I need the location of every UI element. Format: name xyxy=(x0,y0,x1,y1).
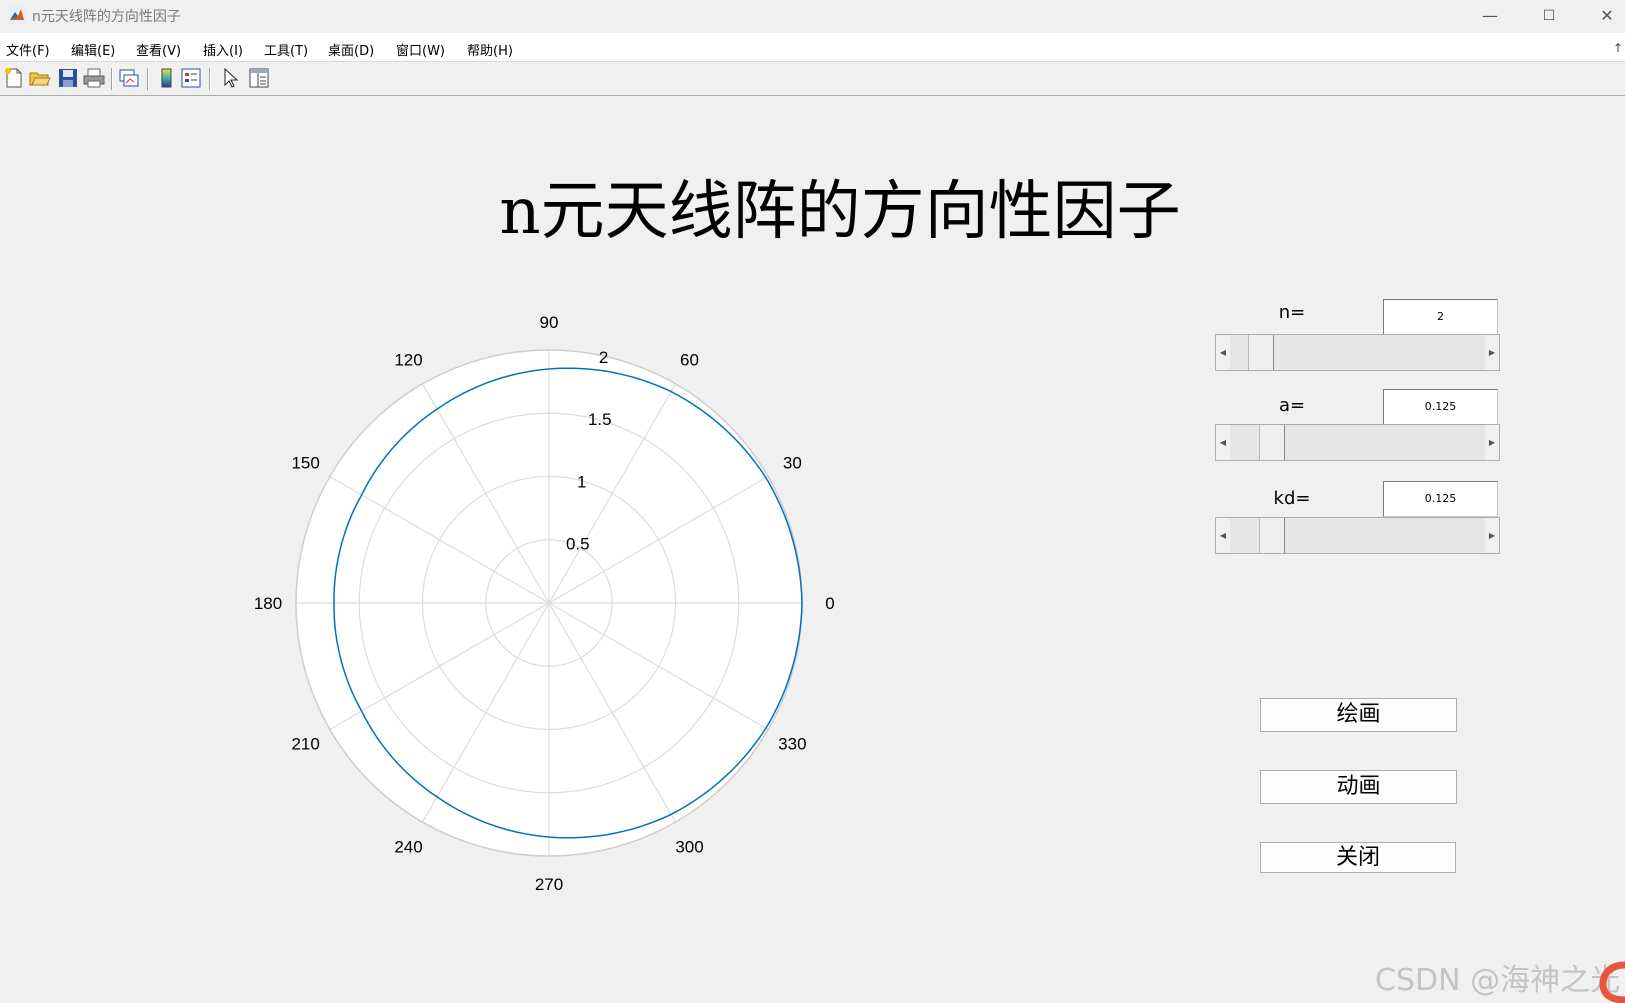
n-input[interactable]: 2 xyxy=(1383,299,1498,335)
collapse-toolbar-icon[interactable]: ↑ xyxy=(1613,41,1623,55)
theta-tick-label: 300 xyxy=(675,837,703,856)
theta-tick-label: 210 xyxy=(291,735,319,754)
theta-tick-label: 150 xyxy=(291,454,319,473)
kd-input[interactable]: 0.125 xyxy=(1383,481,1498,517)
animate-button[interactable]: 动画 xyxy=(1260,770,1457,804)
minimize-button[interactable]: — xyxy=(1467,0,1513,31)
slider-thumb[interactable] xyxy=(1258,425,1285,460)
csdn-logo-icon xyxy=(1599,961,1625,1003)
draw-button[interactable]: 绘画 xyxy=(1260,698,1457,732)
theta-tick-label: 90 xyxy=(540,313,559,332)
slider-right-arrow-icon[interactable]: ▶ xyxy=(1485,335,1499,370)
r-tick-label: 0.5 xyxy=(566,535,590,554)
a-slider[interactable]: ◀ ▶ xyxy=(1215,424,1500,461)
n-label: n= xyxy=(1278,302,1306,323)
theta-tick-label: 60 xyxy=(680,351,699,370)
maximize-button[interactable]: ☐ xyxy=(1526,0,1572,31)
polar-plot: 0 30 60 90 120 150 180 210 240 270 300 330 0.5 1 1.5 2 xyxy=(254,313,835,894)
slider-right-arrow-icon[interactable]: ▶ xyxy=(1485,518,1499,553)
theta-tick-label: 330 xyxy=(778,735,806,754)
close-button[interactable]: 关闭 xyxy=(1260,842,1456,873)
r-tick-label: 2 xyxy=(599,348,608,367)
slider-left-arrow-icon[interactable]: ◀ xyxy=(1216,335,1230,370)
theta-tick-label: 240 xyxy=(394,837,422,856)
slider-left-arrow-icon[interactable]: ◀ xyxy=(1216,425,1230,460)
slider-thumb[interactable] xyxy=(1258,518,1285,553)
r-tick-label: 1 xyxy=(577,472,586,491)
slider-right-arrow-icon[interactable]: ▶ xyxy=(1485,425,1499,460)
theta-tick-label: 270 xyxy=(535,875,563,894)
theta-tick-label: 120 xyxy=(394,351,422,370)
theta-tick-label: 180 xyxy=(254,594,282,613)
n-slider[interactable]: ◀ ▶ xyxy=(1215,334,1500,371)
a-input[interactable]: 0.125 xyxy=(1383,389,1498,425)
close-window-button[interactable]: ✕ xyxy=(1584,0,1625,31)
theta-tick-label: 0 xyxy=(825,594,834,613)
slider-thumb[interactable] xyxy=(1248,335,1275,370)
r-tick-label: 1.5 xyxy=(588,410,612,429)
a-label: a= xyxy=(1278,395,1306,416)
slider-left-arrow-icon[interactable]: ◀ xyxy=(1216,518,1230,553)
kd-label: kd= xyxy=(1273,488,1311,509)
kd-slider[interactable]: ◀ ▶ xyxy=(1215,517,1500,554)
theta-tick-label: 30 xyxy=(783,454,802,473)
watermark: CSDN @海神之光 xyxy=(1375,963,1621,998)
